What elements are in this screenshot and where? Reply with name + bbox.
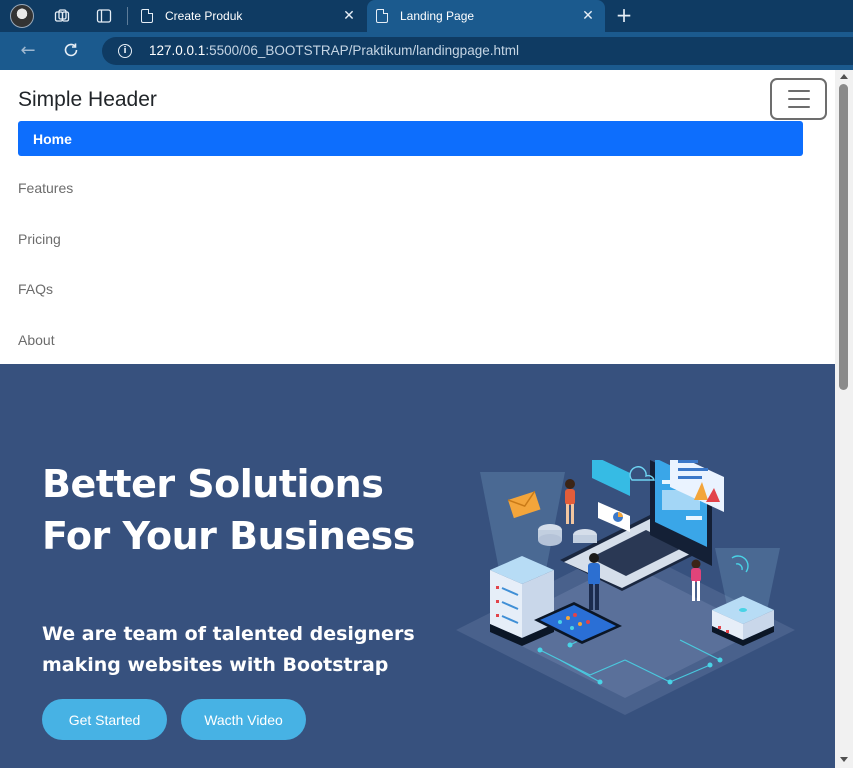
hero-title: Better Solutions For Your Business — [42, 462, 415, 558]
hamburger-line — [788, 106, 810, 108]
nav-item-pricing[interactable]: Pricing — [18, 214, 803, 265]
tab-create-produk[interactable]: Create Produk ✕ — [132, 0, 366, 32]
tab-separator — [127, 7, 128, 25]
watch-video-button[interactable]: Wacth Video — [181, 699, 306, 740]
nav-item-home[interactable]: Home — [18, 121, 803, 156]
browser-address-bar: ← i 127.0.0.1:5500/06_BOOTSTRAP/Praktiku… — [0, 32, 853, 70]
scroll-thumb[interactable] — [839, 84, 848, 390]
profile-avatar-icon[interactable] — [10, 4, 34, 28]
close-icon[interactable]: ✕ — [342, 8, 356, 22]
page-viewport: Simple Header Home Features Pricing FAQs… — [0, 70, 835, 768]
hero-section: Better Solutions For Your Business We ar… — [0, 364, 835, 768]
nav-item-about[interactable]: About — [18, 315, 803, 366]
nav-item-features[interactable]: Features — [18, 163, 803, 214]
browser-tab-bar: Create Produk ✕ Landing Page ✕ + — [0, 0, 853, 32]
scroll-down-arrow-icon[interactable] — [840, 757, 848, 762]
workspaces-icon[interactable] — [54, 8, 70, 24]
info-icon[interactable]: i — [118, 44, 132, 58]
nav-list: Home Features Pricing FAQs About — [18, 121, 803, 365]
tab-title: Landing Page — [400, 9, 475, 23]
tab-title: Create Produk — [165, 9, 243, 23]
tab-landing-page[interactable]: Landing Page ✕ — [367, 0, 605, 32]
new-tab-icon[interactable]: + — [614, 5, 634, 25]
tab-actions-icon[interactable] — [96, 8, 112, 24]
reload-icon[interactable] — [61, 41, 81, 61]
hamburger-icon — [788, 90, 810, 92]
page-icon — [141, 9, 153, 23]
scroll-up-arrow-icon[interactable] — [840, 74, 848, 79]
hamburger-line — [788, 98, 810, 100]
url-field[interactable]: i 127.0.0.1:5500/06_BOOTSTRAP/Praktikum/… — [102, 37, 853, 65]
page-scrollbar[interactable] — [835, 70, 853, 768]
nav-item-faqs[interactable]: FAQs — [18, 264, 803, 315]
navbar-toggler[interactable] — [770, 78, 827, 120]
hero-subtitle: We are team of talented designers making… — [42, 623, 415, 676]
url-host: 127.0.0.1 — [149, 43, 206, 58]
close-icon[interactable]: ✕ — [581, 8, 595, 22]
url-text: 127.0.0.1:5500/06_BOOTSTRAP/Praktikum/la… — [149, 43, 519, 58]
get-started-button[interactable]: Get Started — [42, 699, 167, 740]
page-icon — [376, 9, 388, 23]
hero-illustration — [456, 460, 795, 715]
back-arrow-icon[interactable]: ← — [18, 41, 38, 61]
navbar-brand[interactable]: Simple Header — [18, 88, 157, 112]
url-path: :5500/06_BOOTSTRAP/Praktikum/landingpage… — [205, 43, 519, 58]
